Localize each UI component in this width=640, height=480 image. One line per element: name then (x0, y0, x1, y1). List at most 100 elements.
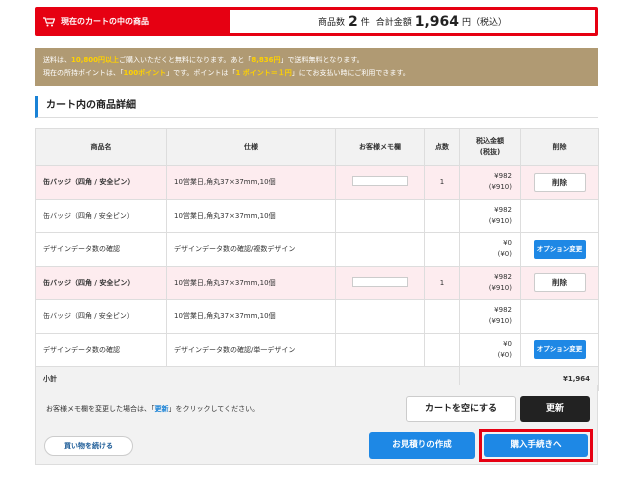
product-spec: 10営業日,角丸37×37mm,10個 (166, 299, 336, 334)
table-row: 缶バッジ（四角 / 安全ピン） 10営業日,角丸37×37mm,10個 ¥982… (35, 299, 599, 334)
memo-update-note: お客様メモ欄を変更した場合は、「更新」をクリックしてください。 (46, 404, 259, 414)
cart-actions: お客様メモ欄を変更した場合は、「更新」をクリックしてください。 カートを空にする… (35, 385, 598, 465)
product-name: 缶バッジ（四角 / 安全ピン） (35, 198, 167, 233)
delete-button[interactable]: 削除 (533, 273, 586, 293)
price-cell: ¥982 (¥910) (459, 198, 521, 233)
table-row: 缶バッジ（四角 / 安全ピン） 10営業日,角丸37×37mm,10個 1 ¥9… (35, 265, 599, 300)
price: ¥982 (494, 272, 512, 281)
empty-cart-button[interactable]: カートを空にする (406, 396, 516, 422)
quantity (424, 232, 460, 267)
table-header-row: 商品名 仕様 お客様メモ欄 点数 税込金額 (税抜) 削除 (35, 128, 599, 166)
notice-text: ご購入いただくと無料になります。あと「 (119, 56, 252, 64)
col-header-spec: 仕様 (166, 128, 336, 166)
change-option-button[interactable]: オプション変更 (533, 340, 586, 360)
product-spec: デザインデータ数の確認/複数デザイン (166, 232, 336, 267)
price-cell: ¥982 (¥910) (459, 165, 521, 200)
price-cell: ¥0 (¥0) (459, 332, 521, 367)
note-text: 」をクリックしてください。 (168, 405, 260, 413)
memo-cell (335, 299, 425, 334)
action-cell: オプション変更 (520, 232, 599, 267)
price: ¥982 (494, 205, 512, 214)
quantity: 1 (424, 165, 460, 200)
memo-cell (335, 198, 425, 233)
current-points: 100ポイント (123, 69, 167, 77)
price-ex-tax: (¥0) (497, 250, 512, 259)
product-name: 缶バッジ（四角 / 安全ピン） (35, 299, 167, 334)
item-count-label: 商品数 (317, 18, 345, 28)
total-unit: 円（税込） (462, 18, 508, 28)
checkout-button[interactable]: 購入手続きへ (484, 434, 588, 457)
quantity (424, 332, 460, 367)
update-button[interactable]: 更新 (520, 396, 590, 422)
action-cell (520, 299, 599, 334)
change-option-button[interactable]: オプション変更 (533, 239, 586, 259)
notice-text: 」にてお支払い時にご利用できます。 (291, 69, 410, 77)
notice-text: 現在の所持ポイントは、「 (43, 69, 124, 77)
memo-cell (335, 232, 425, 267)
col-header-memo: お客様メモ欄 (335, 128, 425, 166)
price-ex-tax: (¥910) (488, 183, 512, 192)
remaining-amount: 8,836円 (251, 56, 281, 64)
product-name: デザインデータ数の確認 (35, 332, 167, 367)
quantity: 1 (424, 265, 460, 300)
memo-input[interactable] (352, 276, 408, 287)
product-spec: 10営業日,角丸37×37mm,10個 (166, 198, 336, 233)
memo-cell (335, 265, 425, 300)
shipping-points-notice: 送料は、10,800円以上ご購入いただくと無料になります。あと「8,836円」で… (35, 48, 598, 86)
notice-text: 送料は、 (43, 56, 71, 64)
table-row: 缶バッジ（四角 / 安全ピン） 10営業日,角丸37×37mm,10個 ¥982… (35, 198, 599, 233)
product-spec: 10営業日,角丸37×37mm,10個 (166, 265, 336, 300)
cart-summary-values: 商品数 2 件 合計金額 1,964 円（税込） (230, 10, 595, 33)
col-header-price: 税込金額 (税抜) (459, 128, 521, 166)
price: ¥0 (503, 239, 512, 248)
note-text: お客様メモ欄を変更した場合は、「 (46, 405, 155, 413)
product-name: 缶バッジ（四角 / 安全ピン） (35, 165, 167, 200)
price-ex-tax: (¥0) (497, 350, 512, 359)
col-header-qty: 点数 (424, 128, 460, 166)
memo-input[interactable] (352, 176, 408, 187)
continue-shopping-button[interactable]: 買い物を続ける (44, 436, 133, 456)
col-header-delete: 削除 (520, 128, 599, 166)
point-rate: 1 ポイント＝１円 (235, 69, 292, 77)
price-cell: ¥982 (¥910) (459, 265, 521, 300)
product-name: 缶バッジ（四角 / 安全ピン） (35, 265, 167, 300)
price: ¥982 (494, 172, 512, 181)
quantity (424, 299, 460, 334)
total-label: 合計金額 (375, 18, 412, 28)
memo-cell (335, 165, 425, 200)
price-ex-tax: (¥910) (488, 283, 512, 292)
item-count-value: 2 (347, 13, 358, 30)
create-estimate-button[interactable]: お見積りの作成 (369, 432, 475, 459)
delete-button[interactable]: 削除 (533, 172, 586, 192)
cart-table: 商品名 仕様 お客様メモ欄 点数 税込金額 (税抜) 削除 缶バッジ（四角 / 安… (35, 128, 599, 391)
points-notice-line: 現在の所持ポイントは、「100ポイント」です。ポイントは「1 ポイント＝１円」に… (43, 67, 598, 80)
item-count-unit: 件 (360, 18, 370, 28)
table-row: デザインデータ数の確認 デザインデータ数の確認/単一デザイン ¥0 (¥0) オプ… (35, 332, 599, 367)
price-ex-header-label: (税抜) (479, 148, 501, 156)
cart-summary-bar: 現在のカートの中の商品 商品数 2 件 合計金額 1,964 円（税込） (35, 7, 598, 36)
notice-text: 」で送料無料となります。 (280, 56, 364, 64)
cart-summary-title: 現在のカートの中の商品 (43, 7, 149, 36)
price: ¥0 (503, 339, 512, 348)
table-row: 缶バッジ（四角 / 安全ピン） 10営業日,角丸37×37mm,10個 1 ¥9… (35, 165, 599, 200)
col-header-name: 商品名 (35, 128, 167, 166)
action-cell: オプション変更 (520, 332, 599, 367)
table-row: デザインデータ数の確認 デザインデータ数の確認/複数デザイン ¥0 (¥0) オプ… (35, 232, 599, 267)
action-cell: 削除 (520, 265, 599, 300)
total-value: 1,964 (414, 13, 460, 30)
cart-title-text: 現在のカートの中の商品 (61, 17, 149, 26)
shipping-notice-line: 送料は、10,800円以上ご購入いただくと無料になります。あと「8,836円」で… (43, 54, 598, 67)
quantity (424, 198, 460, 233)
section-title: カート内の商品詳細 (35, 96, 598, 118)
action-cell (520, 198, 599, 233)
product-spec: 10営業日,角丸37×37mm,10個 (166, 165, 336, 200)
price-cell: ¥0 (¥0) (459, 232, 521, 267)
price-cell: ¥982 (¥910) (459, 299, 521, 334)
checkout-highlight-frame: 購入手続きへ (479, 429, 593, 462)
price-ex-tax: (¥910) (488, 216, 512, 225)
cart-icon (43, 16, 55, 26)
price-ex-tax: (¥910) (488, 317, 512, 326)
memo-cell (335, 332, 425, 367)
action-cell: 削除 (520, 165, 599, 200)
free-shipping-threshold: 10,800円以上 (71, 56, 120, 64)
